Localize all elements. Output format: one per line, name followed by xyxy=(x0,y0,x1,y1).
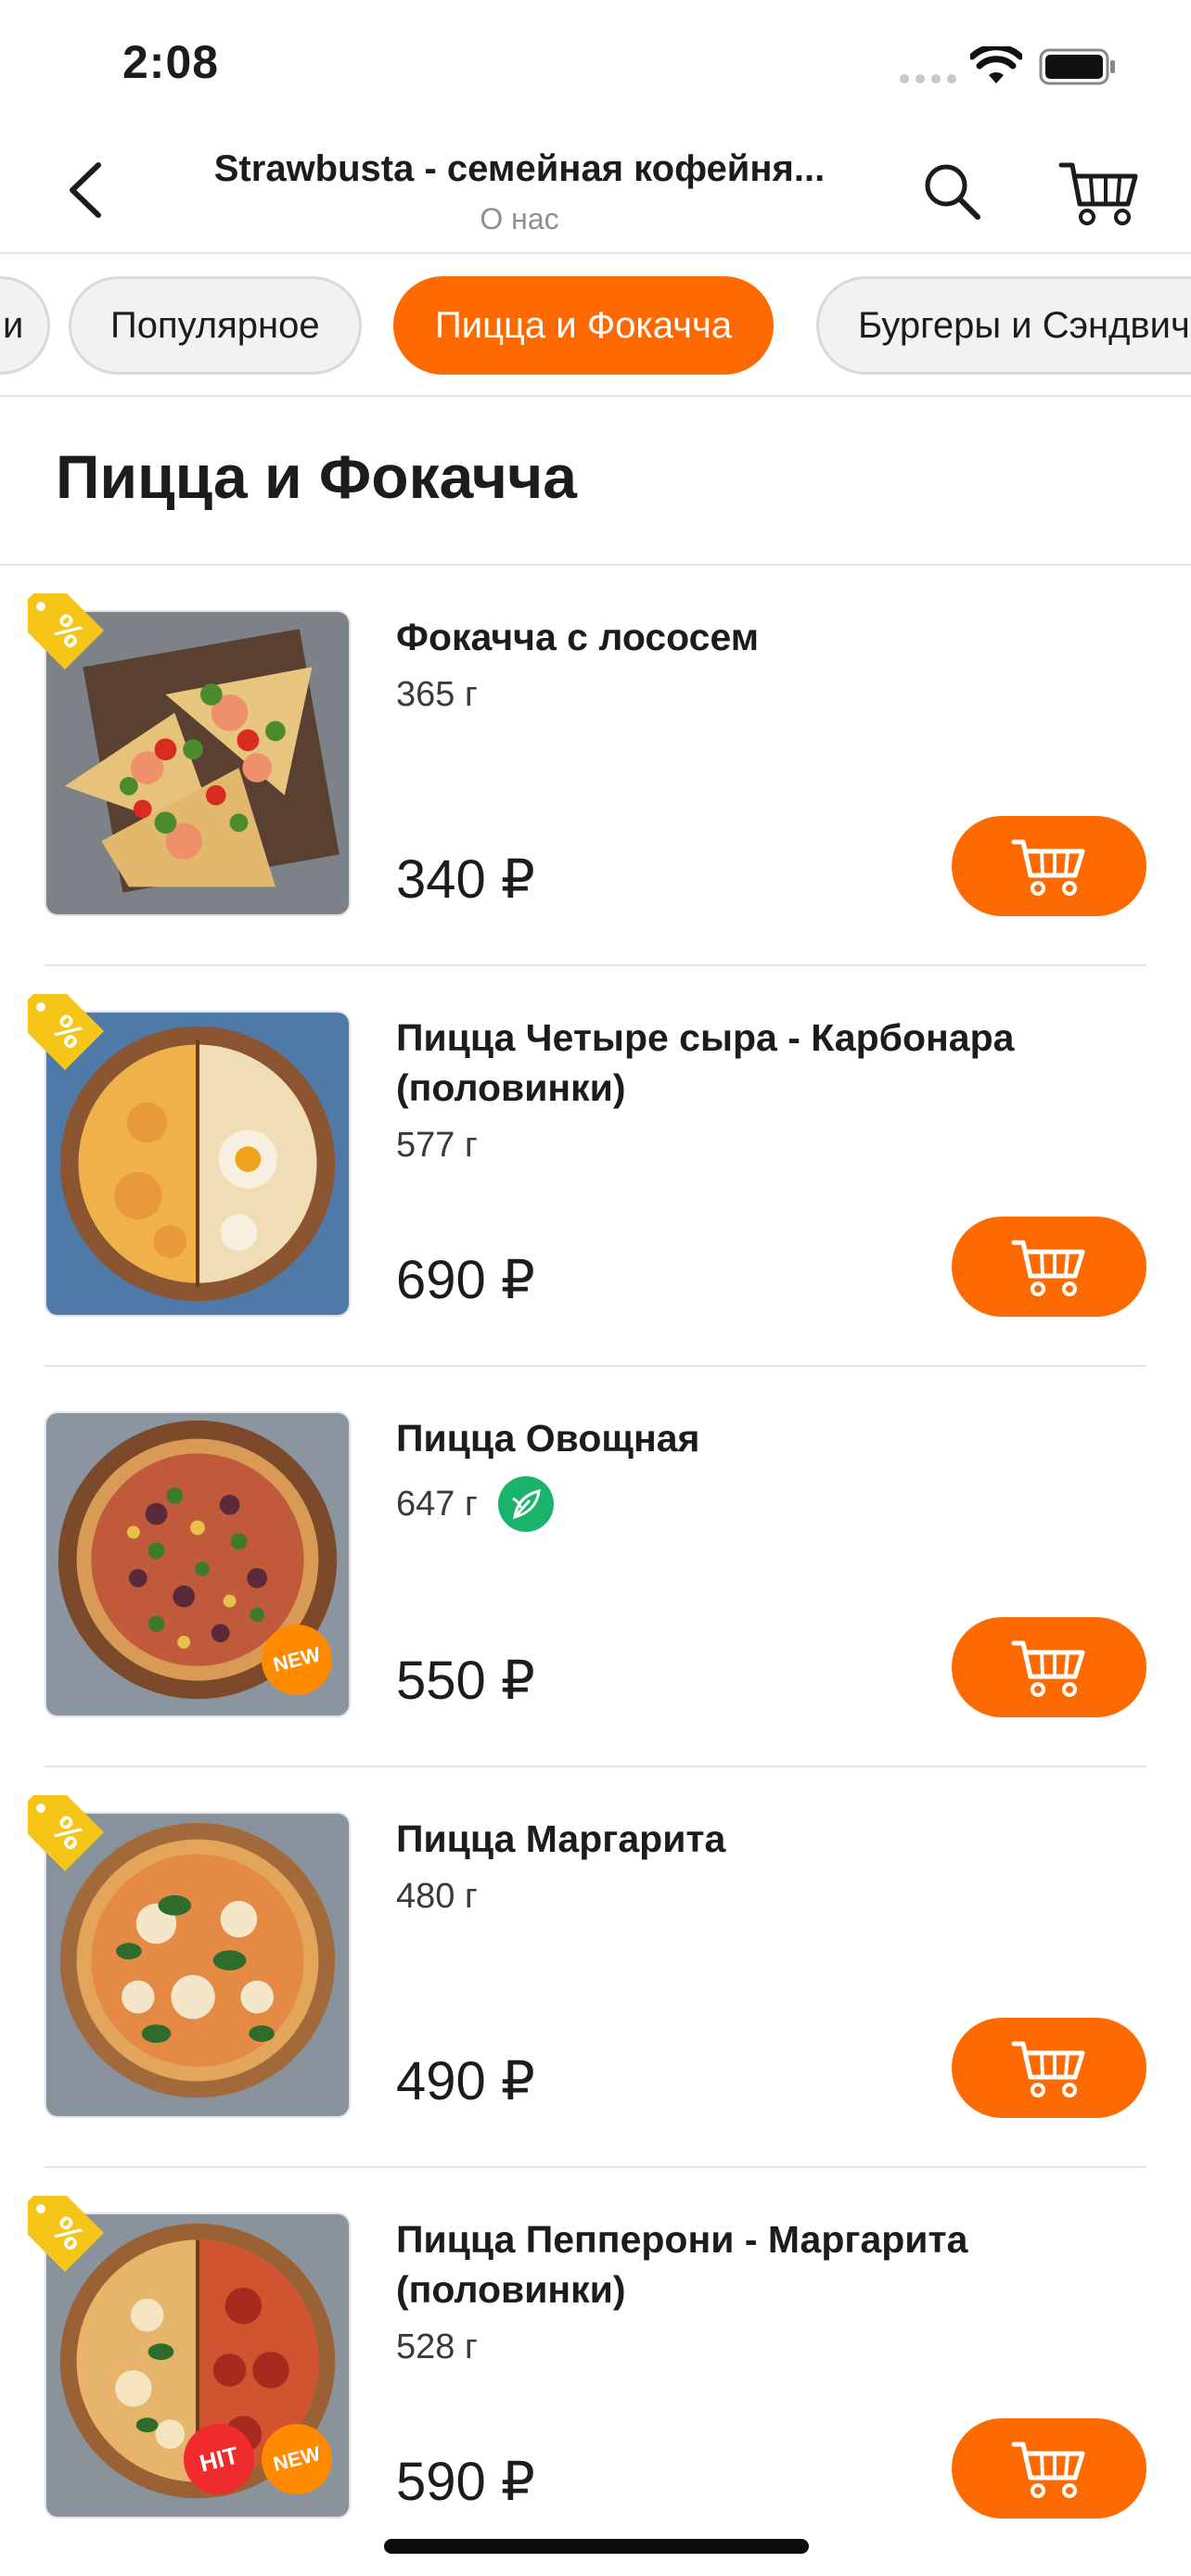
status-time: 2:08 xyxy=(122,36,220,88)
product-weight-value: 480 г xyxy=(396,1877,478,1916)
product-weight-value: 528 г xyxy=(396,2327,478,2366)
search-icon[interactable] xyxy=(918,158,985,224)
cellular-signal-icon xyxy=(900,74,956,83)
product-name: Фокачча с лососем xyxy=(396,616,760,658)
category-tabs: и Популярное Пицца и Фокачча Бургеры и С… xyxy=(0,254,1191,397)
percent-tag-icon: % xyxy=(28,2196,104,2272)
wifi-icon xyxy=(970,46,1022,83)
about-link[interactable]: О нас xyxy=(167,202,872,236)
product-card[interactable]: % HIT NEW Пицца Пепперони - Маргарита (п… xyxy=(0,2168,1191,2569)
product-price: 490 ₽ xyxy=(396,2051,535,2111)
add-to-cart-button[interactable] xyxy=(952,1217,1146,1317)
add-to-cart-button[interactable] xyxy=(952,2418,1146,2519)
section-title: Пицца и Фокачча xyxy=(56,442,577,511)
store-title[interactable]: Strawbusta - семейная кофейня... xyxy=(167,148,872,190)
cart-icon xyxy=(1011,1640,1085,1697)
add-to-cart-button[interactable] xyxy=(952,2018,1146,2118)
add-to-cart-button[interactable] xyxy=(952,816,1146,916)
product-name: Пицца Овощная xyxy=(396,1417,700,1460)
product-card[interactable]: % Фокачча с лососем 365 г 340 ₽ xyxy=(0,566,1191,966)
cart-icon[interactable] xyxy=(1057,156,1143,230)
product-weight: 577 г xyxy=(396,1126,478,1166)
product-name: Пицца Маргарита xyxy=(396,1817,726,1860)
tab-category-previous[interactable]: и xyxy=(0,276,50,375)
home-indicator[interactable] xyxy=(384,2539,809,2554)
product-weight: 480 г xyxy=(396,1877,478,1917)
tab-popular[interactable]: Популярное xyxy=(69,276,362,375)
tab-pizza-focaccia[interactable]: Пицца и Фокачча xyxy=(393,276,775,375)
leaf-icon xyxy=(497,1476,554,1532)
product-weight: 647 г xyxy=(396,1476,554,1532)
product-weight-value: 647 г xyxy=(396,1484,478,1524)
product-name: Пицца Пепперони - Маргарита (половинки) xyxy=(396,2218,968,2311)
battery-icon xyxy=(1039,48,1115,85)
percent-tag-icon: % xyxy=(28,593,104,670)
product-name: Пицца Четыре сыра - Карбонара (половинки… xyxy=(396,1016,1015,1109)
cart-icon xyxy=(1011,839,1085,896)
percent-tag-icon: % xyxy=(28,1795,104,1871)
add-to-cart-button[interactable] xyxy=(952,1617,1146,1717)
product-weight: 365 г xyxy=(396,675,478,715)
nav-header: Strawbusta - семейная кофейня... О нас xyxy=(0,130,1191,254)
cart-icon xyxy=(1011,2041,1085,2098)
tab-burgers-sandwiches[interactable]: Бургеры и Сэндвичи xyxy=(816,276,1191,375)
product-weight-value: 365 г xyxy=(396,675,478,714)
product-price: 690 ₽ xyxy=(396,1250,535,1310)
cart-icon xyxy=(1011,2442,1085,2498)
product-price: 550 ₽ xyxy=(396,1651,535,1711)
product-weight: 528 г xyxy=(396,2327,478,2367)
product-card[interactable]: NEW Пицца Овощная 647 г 550 ₽ xyxy=(0,1367,1191,1767)
product-price: 590 ₽ xyxy=(396,2452,535,2512)
back-button[interactable] xyxy=(58,158,113,223)
status-bar: 2:08 xyxy=(0,0,1191,130)
product-card[interactable]: % Пицца Четыре сыра - Карбонара (половин… xyxy=(0,966,1191,1367)
cart-icon xyxy=(1011,1240,1085,1296)
product-price: 340 ₽ xyxy=(396,849,535,910)
percent-tag-icon: % xyxy=(28,994,104,1070)
product-card[interactable]: % Пицца Маргарита 480 г 490 ₽ xyxy=(0,1767,1191,2168)
product-weight-value: 577 г xyxy=(396,1126,478,1165)
